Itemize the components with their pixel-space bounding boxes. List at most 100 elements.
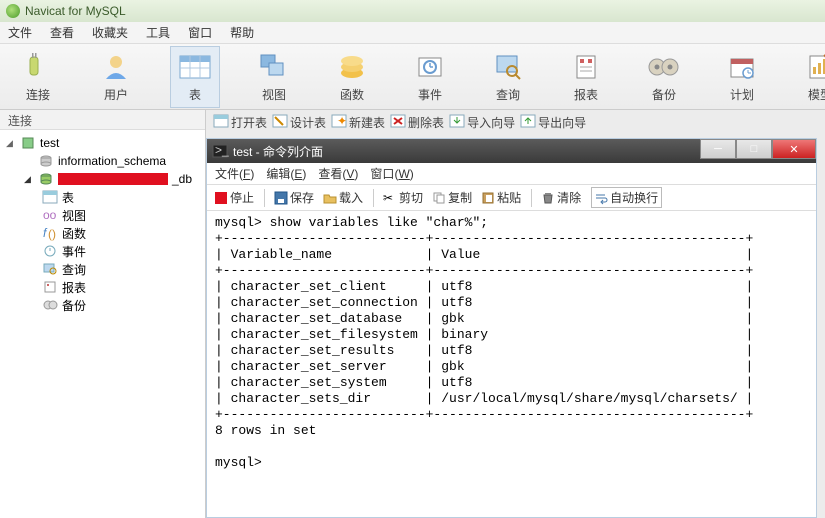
console-menu-edit[interactable]: 编辑(E): [266, 165, 306, 182]
wrap-toggle[interactable]: 自动换行: [591, 187, 662, 208]
tree-node-redacted-db[interactable]: ◢ _db: [2, 170, 203, 188]
close-button[interactable]: ✕: [772, 139, 816, 159]
console-menu-file[interactable]: 文件(F): [215, 165, 254, 182]
database-active-icon: [38, 171, 54, 187]
report-icon: [570, 51, 602, 83]
svg-text:✦: ✦: [337, 114, 347, 128]
ribbon-query[interactable]: 查询: [484, 47, 532, 107]
console-output[interactable]: mysql> show variables like "char%"; +---…: [207, 211, 816, 517]
svg-text:(): (): [48, 227, 56, 241]
schedule-icon: [726, 51, 758, 83]
expand-icon[interactable]: ◢: [6, 138, 16, 149]
trash-icon: [542, 192, 554, 204]
console-toolbar: 停止 保存 载入 ✂剪切 复制 粘贴 清除 自动换行: [207, 185, 816, 211]
tree-label: information_schema: [58, 154, 166, 168]
ribbon-report-label: 报表: [574, 86, 598, 103]
separator: [373, 189, 374, 207]
tree-node-test[interactable]: ◢ test: [2, 134, 203, 152]
app-title: Navicat for MySQL: [25, 4, 126, 18]
design-icon: [273, 115, 287, 129]
ribbon-schedule-label: 计划: [730, 86, 754, 103]
tree-label: 报表: [62, 279, 86, 296]
plug-icon: [22, 51, 54, 83]
query-icon: [492, 51, 524, 83]
menu-tools[interactable]: 工具: [146, 24, 170, 41]
export-icon: [521, 115, 535, 129]
table-small-icon: [42, 189, 58, 205]
ribbon-view[interactable]: 视图: [250, 47, 298, 107]
main-area: 打开表 设计表 ✦新建表 删除表 导入向导 导出向导 >_ test - 命令列…: [206, 110, 825, 518]
clear-button[interactable]: 清除: [542, 189, 581, 206]
menu-favorites[interactable]: 收藏夹: [92, 24, 128, 41]
console-titlebar[interactable]: >_ test - 命令列介面 ─ □ ✕: [207, 139, 816, 163]
function-icon: [336, 51, 368, 83]
copy-button[interactable]: 复制: [433, 189, 472, 206]
tree-node-infoschema[interactable]: information_schema: [2, 152, 203, 170]
tree-leaf-view[interactable]: oo 视图: [2, 206, 203, 224]
ribbon-report[interactable]: 报表: [562, 47, 610, 107]
console-menu-window[interactable]: 窗口(W): [370, 165, 413, 182]
view-icon: [258, 51, 290, 83]
ribbon-model[interactable]: 模型: [796, 47, 825, 107]
ribbon-event[interactable]: 事件: [406, 47, 454, 107]
ribbon-function-label: 函数: [340, 86, 364, 103]
console-menu-view[interactable]: 查看(V): [318, 165, 358, 182]
label: 导入向导: [467, 114, 515, 131]
tree-label: 视图: [62, 207, 86, 224]
delete-table-button[interactable]: 删除表: [391, 114, 444, 131]
tree-label: _db: [172, 172, 192, 186]
svg-text:oo: oo: [43, 208, 57, 222]
load-button[interactable]: 载入: [324, 189, 363, 206]
tree-leaf-function[interactable]: f()函数: [2, 224, 203, 242]
minimize-button[interactable]: ─: [700, 139, 736, 159]
new-table-button[interactable]: ✦新建表: [332, 114, 385, 131]
tree-leaf-event[interactable]: 事件: [2, 242, 203, 260]
ribbon-schedule[interactable]: 计划: [718, 47, 766, 107]
cut-button[interactable]: ✂剪切: [384, 189, 423, 206]
ribbon-function[interactable]: 函数: [328, 47, 376, 107]
expand-icon[interactable]: ◢: [24, 174, 34, 185]
ribbon-backup[interactable]: 备份: [640, 47, 688, 107]
console-menubar: 文件(F) 编辑(E) 查看(V) 窗口(W): [207, 163, 816, 185]
import-button[interactable]: 导入向导: [450, 114, 515, 131]
ribbon-backup-label: 备份: [652, 86, 676, 103]
fx-icon: f(): [42, 225, 58, 241]
clipboard-icon: [482, 192, 494, 204]
folder-icon: [324, 192, 336, 204]
paste-button[interactable]: 粘贴: [482, 189, 521, 206]
save-button[interactable]: 保存: [275, 189, 314, 206]
separator: [531, 189, 532, 207]
server-icon: [20, 135, 36, 151]
secondary-toolbar: 打开表 设计表 ✦新建表 删除表 导入向导 导出向导: [206, 110, 825, 134]
tree-label: 查询: [62, 261, 86, 278]
ribbon-table[interactable]: 表: [170, 46, 220, 108]
tree-leaf-table[interactable]: 表: [2, 188, 203, 206]
connection-tree[interactable]: ◢ test information_schema ◢ _db 表 oo 视图 f…: [0, 130, 205, 518]
ribbon-user-label: 用户: [104, 86, 128, 103]
clock-small-icon: [42, 243, 58, 259]
stop-button[interactable]: 停止: [215, 189, 254, 206]
ribbon-event-label: 事件: [418, 86, 442, 103]
maximize-button[interactable]: □: [736, 139, 772, 159]
open-table-button[interactable]: 打开表: [214, 114, 267, 131]
redacted-icon: [58, 173, 168, 185]
backup-icon: [648, 51, 680, 83]
ribbon-connect[interactable]: 连接: [14, 47, 62, 107]
new-icon: ✦: [332, 115, 346, 129]
tree-leaf-report[interactable]: 报表: [2, 278, 203, 296]
ribbon-connect-label: 连接: [26, 86, 50, 103]
menu-file[interactable]: 文件: [8, 24, 32, 41]
export-button[interactable]: 导出向导: [521, 114, 586, 131]
ribbon-user[interactable]: 用户: [92, 47, 140, 107]
tree-leaf-query[interactable]: 查询: [2, 260, 203, 278]
tree-leaf-backup[interactable]: 备份: [2, 296, 203, 314]
user-icon: [100, 51, 132, 83]
query-small-icon: [42, 261, 58, 277]
menu-help[interactable]: 帮助: [230, 24, 254, 41]
menu-view[interactable]: 查看: [50, 24, 74, 41]
report-small-icon: [42, 279, 58, 295]
menu-window[interactable]: 窗口: [188, 24, 212, 41]
design-table-button[interactable]: 设计表: [273, 114, 326, 131]
ribbon-query-label: 查询: [496, 86, 520, 103]
label: 打开表: [231, 114, 267, 131]
